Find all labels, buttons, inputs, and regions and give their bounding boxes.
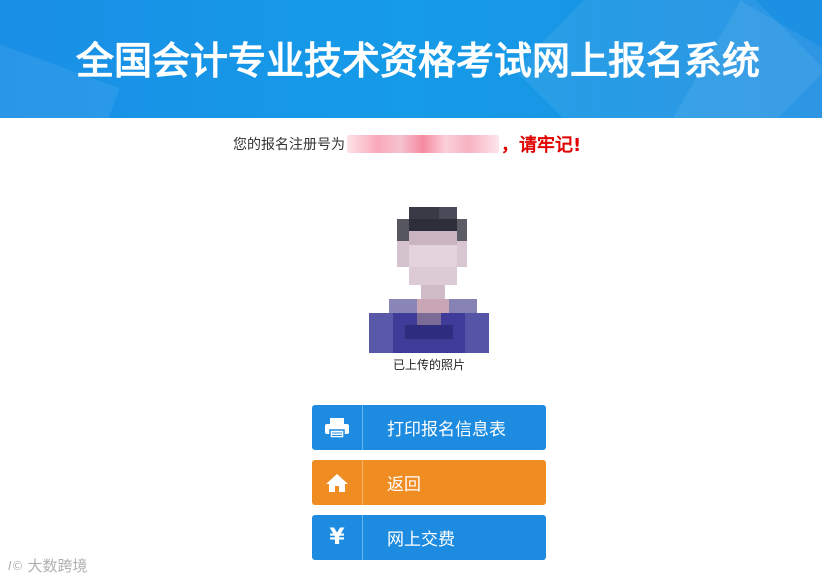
print-button-label: 打印报名信息表 [387,420,506,440]
pay-online-button[interactable]: ¥ 网上交费 [312,515,546,560]
registration-prefix: 您的报名注册号为 [233,137,345,153]
uploaded-photo [369,193,489,353]
registration-number-redacted [347,135,499,153]
registration-line: 您的报名注册号为 ，请牢记! [233,133,582,156]
printer-icon [312,405,363,450]
back-button-label: 返回 [387,475,421,495]
watermark-text: 大数跨境 [27,557,88,575]
print-registration-form-button[interactable]: 打印报名信息表 [312,405,546,450]
watermark: I© 大数跨境 [8,555,88,576]
pay-button-label: 网上交费 [387,530,455,550]
watermark-logo: I© [8,558,24,573]
yen-icon: ¥ [312,515,363,560]
registration-warning: ，请牢记! [501,135,582,156]
page-title: 全国会计专业技术资格考试网上报名系统 [76,39,761,83]
header-banner: 全国会计专业技术资格考试网上报名系统 [0,0,822,118]
home-icon [312,460,363,505]
page: 全国会计专业技术资格考试网上报名系统 您的报名注册号为 ，请牢记! 已上传的照片 [0,0,822,583]
photo-caption: 已上传的照片 [392,358,465,372]
back-button[interactable]: 返回 [312,460,546,505]
